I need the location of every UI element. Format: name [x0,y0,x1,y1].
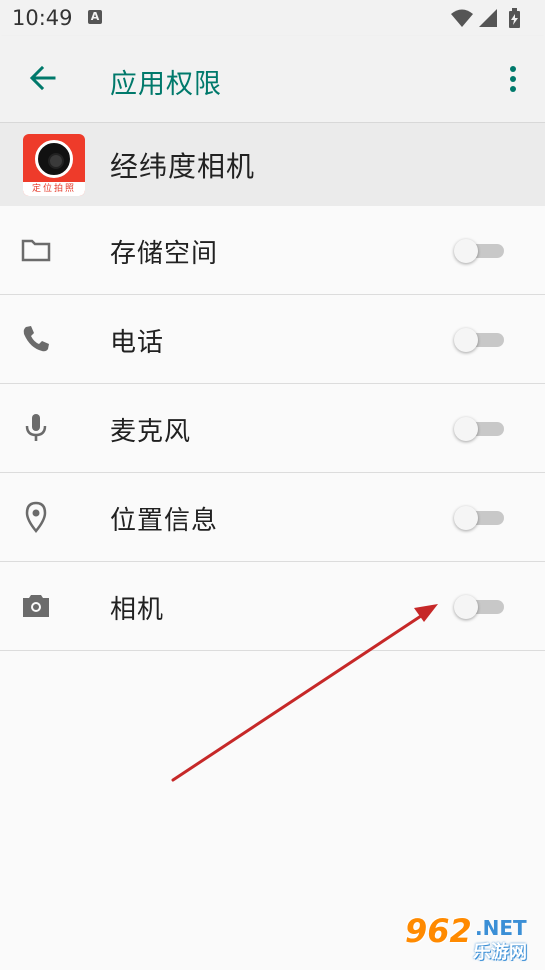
permission-row-storage[interactable]: 存储空间 [0,206,545,295]
page-title: 应用权限 [110,69,222,100]
app-icon: 定位拍照 [23,134,85,196]
wifi-icon [451,9,473,27]
permission-label: 存储空间 [110,239,219,269]
back-button[interactable] [26,61,60,95]
permission-row-camera[interactable]: 相机 [0,562,545,651]
permission-row-microphone[interactable]: 麦克风 [0,384,545,473]
location-pin-icon [25,501,47,533]
microphone-toggle[interactable] [454,417,504,441]
permission-row-phone[interactable]: 电话 [0,295,545,384]
microphone-icon [25,414,47,441]
signal-icon [479,9,497,27]
phone-icon [23,326,49,352]
watermark-logo: 962 .NET 乐游网 [399,912,539,964]
folder-icon [21,239,51,262]
app-header: 定位拍照 经纬度相机 [0,123,545,206]
status-bar: 10:49 A [0,0,545,36]
status-time: 10:49 [12,6,73,30]
notification-icon: A [88,10,102,24]
location-toggle[interactable] [454,506,504,530]
more-vert-icon [510,66,516,92]
app-bar: 应用权限 [0,36,545,123]
arrow-left-icon [29,65,56,91]
watermark-suffix: .NET [475,916,527,940]
permission-label: 电话 [110,328,165,358]
camera-icon [23,595,49,617]
camera-lens-icon [35,140,73,178]
more-options-button[interactable] [501,64,525,94]
watermark-text: 乐游网 [473,942,527,963]
camera-toggle[interactable] [454,595,504,619]
status-icons [449,8,531,32]
battery-charging-icon [509,8,520,28]
permission-label: 相机 [110,595,165,625]
storage-toggle[interactable] [454,239,504,263]
permission-row-location[interactable]: 位置信息 [0,473,545,562]
permission-label: 麦克风 [110,417,192,447]
app-icon-label: 定位拍照 [23,182,85,196]
watermark-number: 962 [405,912,472,950]
app-name: 经纬度相机 [110,150,256,183]
permission-label: 位置信息 [110,506,219,536]
phone-toggle[interactable] [454,328,504,352]
